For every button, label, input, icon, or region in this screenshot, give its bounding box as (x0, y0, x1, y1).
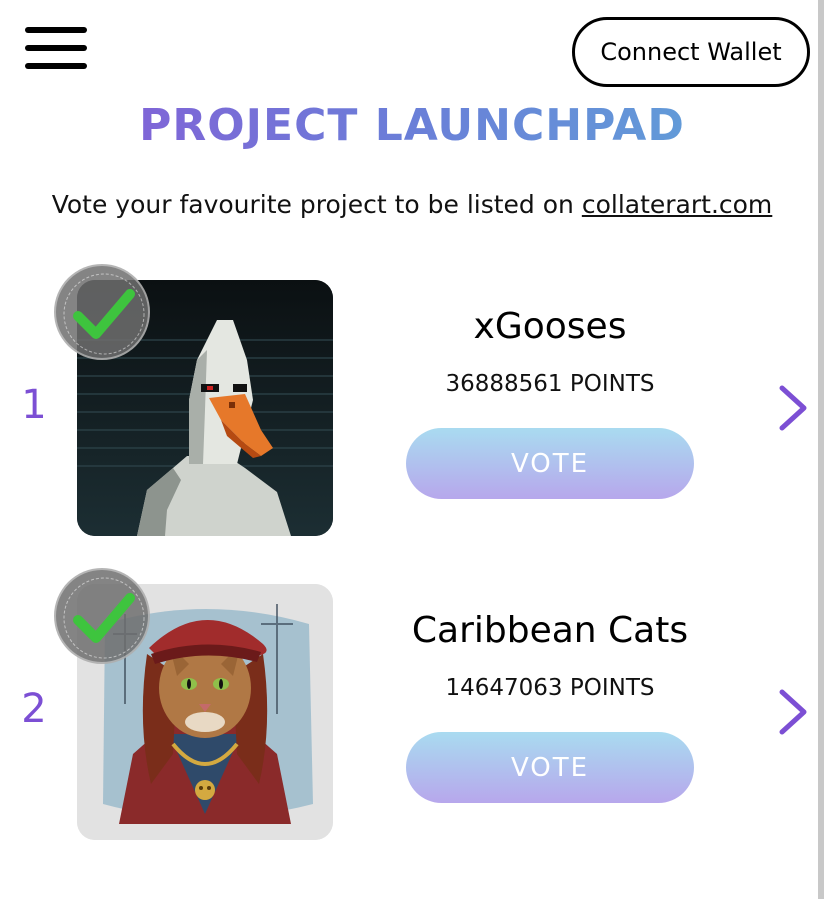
project-name: xGooses (473, 306, 627, 347)
vote-button[interactable]: VOTE (406, 428, 694, 499)
chevron-right-icon[interactable] (776, 384, 810, 432)
project-points: 36888561 POINTS (445, 371, 655, 397)
page-title: PROJECT LAUNCHPAD (0, 100, 824, 151)
connect-wallet-button[interactable]: Connect Wallet (572, 17, 810, 87)
subtitle-text: Vote your favourite project to be listed… (51, 190, 582, 219)
certified-badge-icon (54, 568, 150, 664)
vote-button[interactable]: VOTE (406, 732, 694, 803)
chevron-right-icon[interactable] (776, 688, 810, 736)
project-name: Caribbean Cats (411, 610, 689, 651)
project-points: 14647063 POINTS (445, 675, 655, 701)
hamburger-menu-icon[interactable] (25, 27, 87, 71)
page-subtitle: Vote your favourite project to be listed… (0, 190, 824, 219)
certified-badge-icon (54, 264, 150, 360)
collaterart-link[interactable]: collaterart.com (582, 190, 772, 219)
page: Connect Wallet PROJECT LAUNCHPAD Vote yo… (0, 0, 824, 899)
rank-number: 2 (21, 686, 47, 732)
rank-number: 1 (21, 382, 47, 428)
